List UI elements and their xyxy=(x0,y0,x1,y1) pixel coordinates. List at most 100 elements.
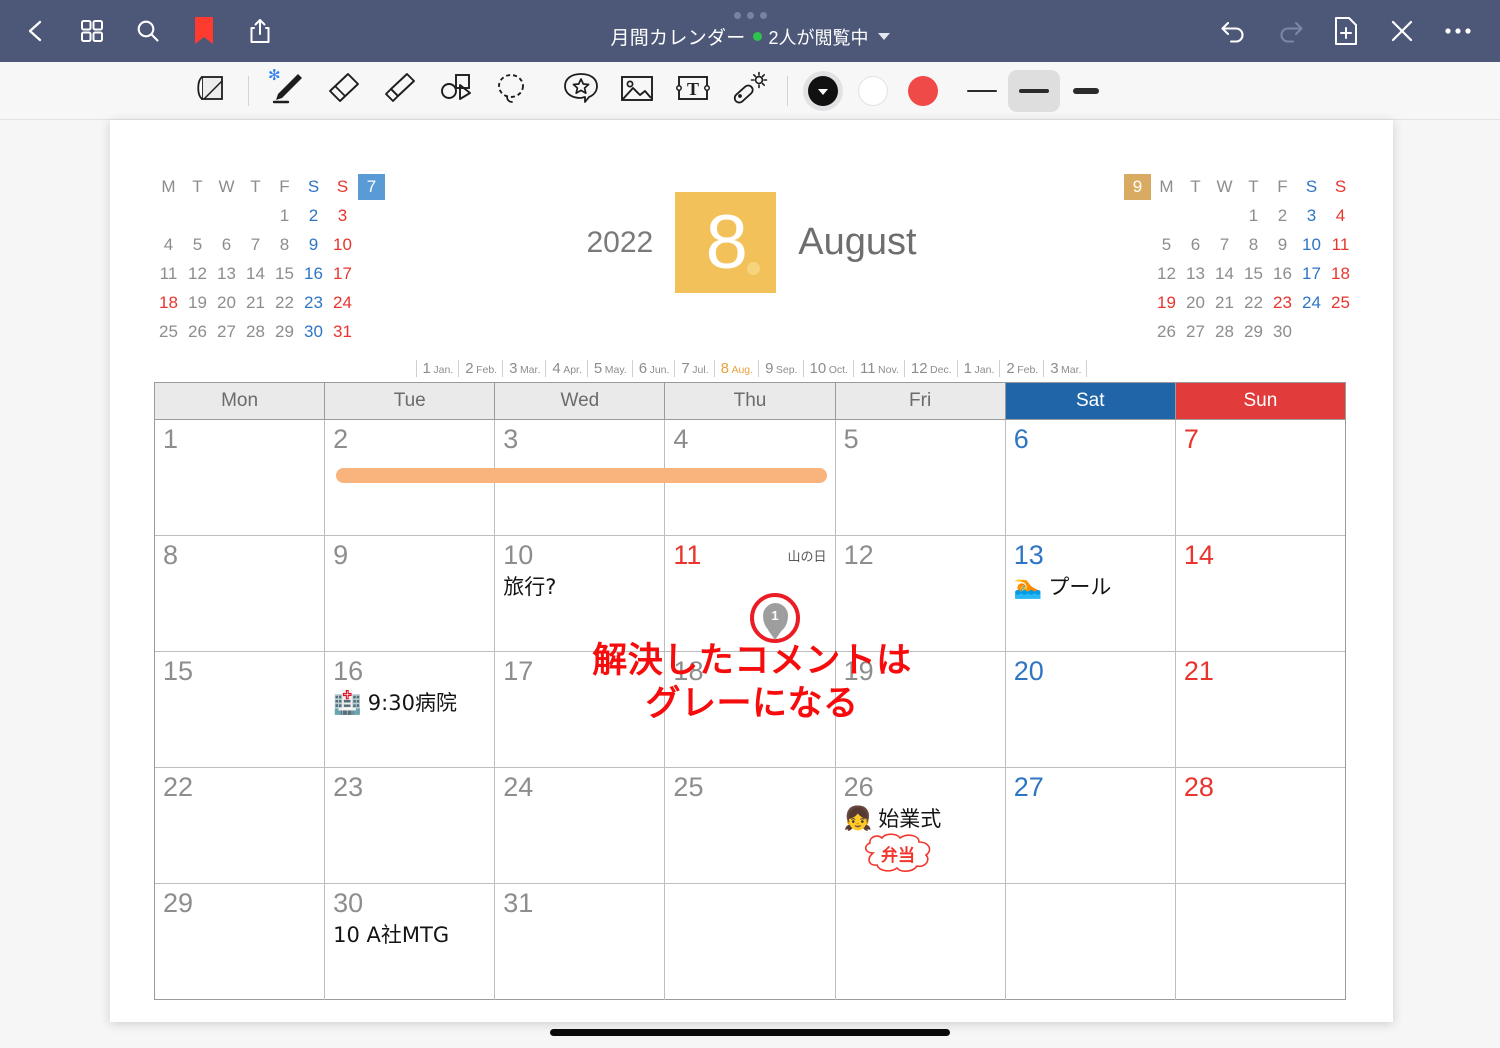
redo-icon xyxy=(1275,18,1305,44)
calendar-day-cell[interactable]: 24 xyxy=(494,768,665,884)
search-button[interactable] xyxy=(120,3,176,59)
month-strip-item[interactable]: 4 Apr. xyxy=(545,360,587,378)
calendar-day-cell[interactable]: 21 xyxy=(1174,652,1345,768)
calendar-day-cell[interactable]: 20 xyxy=(1004,652,1175,768)
back-button[interactable] xyxy=(8,3,64,59)
calendar-day-cell[interactable]: 1 xyxy=(155,420,325,536)
calendar-day-cell[interactable]: 23 xyxy=(324,768,495,884)
calendar-day-cell[interactable] xyxy=(834,884,1005,1000)
calendar-day-cell[interactable]: 4 xyxy=(664,420,835,536)
calendar-day-cell[interactable]: 6 xyxy=(1004,420,1175,536)
month-strip-item[interactable]: 11 Nov. xyxy=(852,360,904,378)
sticker-tool[interactable] xyxy=(553,66,609,116)
month-strip-item[interactable]: 1 Jan. xyxy=(415,360,459,378)
calendar-day-cell[interactable]: 9 xyxy=(324,536,495,652)
calendar-day-cell[interactable]: 16 🏥 9:30病院 xyxy=(324,652,495,768)
stroke-medium-button[interactable] xyxy=(1008,69,1060,112)
calendar-day-cell[interactable]: 2 xyxy=(324,420,495,536)
calendar-day-cell[interactable]: 17 xyxy=(494,652,665,768)
calendar-day-cell[interactable]: 14 xyxy=(1174,536,1345,652)
month-strip-item[interactable]: 10 Oct. xyxy=(802,360,853,378)
comment-pin-button[interactable]: 1 xyxy=(750,593,800,643)
calendar-day-cell[interactable]: 15 xyxy=(155,652,325,768)
calendar-day-cell[interactable]: 28 xyxy=(1174,768,1345,884)
day-number: 31 xyxy=(503,888,534,918)
day-number: 15 xyxy=(163,656,194,686)
month-strip-abbr: Feb. xyxy=(476,364,498,376)
color-black-button[interactable] xyxy=(798,66,848,116)
undo-button[interactable] xyxy=(1206,3,1262,59)
day-number: 22 xyxy=(163,772,194,802)
month-strip-item[interactable]: 3 Mar. xyxy=(1043,360,1088,378)
stroke-thin-button[interactable] xyxy=(956,70,1008,112)
month-strip-item[interactable]: 2 Feb. xyxy=(458,360,502,378)
calendar-day-cell[interactable]: 25 xyxy=(664,768,835,884)
mini-next-day: 30 xyxy=(1273,322,1292,341)
day-number: 27 xyxy=(1013,772,1044,802)
month-strip-abbr: Oct. xyxy=(828,364,848,376)
month-strip-abbr: Jan. xyxy=(433,364,454,376)
mini-prev-day: 26 xyxy=(188,322,207,341)
calendar-day-cell[interactable]: 3 xyxy=(494,420,665,536)
calendar-day-cell[interactable]: 7 xyxy=(1174,420,1345,536)
redo-button[interactable] xyxy=(1262,3,1318,59)
calendar-day-cell[interactable]: 19 xyxy=(834,652,1005,768)
calendar-day-cell[interactable]: 5 xyxy=(834,420,1005,536)
month-strip-item[interactable]: 8 Aug. xyxy=(713,360,758,378)
page-flip-tool[interactable] xyxy=(182,66,238,116)
event-note-text: 10 A社MTG xyxy=(333,923,450,948)
presence-label: 2人が閲覧中 xyxy=(768,27,869,48)
image-tool[interactable] xyxy=(609,66,665,116)
calendar-day-cell[interactable] xyxy=(1004,884,1175,1000)
magic-tool[interactable] xyxy=(721,66,777,116)
calendar-day-cell[interactable] xyxy=(1174,884,1345,1000)
calendar-day-cell[interactable]: 26 👧 始業式 xyxy=(834,768,1005,884)
mini-next-spacer xyxy=(1123,317,1152,346)
month-strip-item[interactable]: 2 Feb. xyxy=(999,360,1043,378)
month-strip-item[interactable]: 3 Mar. xyxy=(502,360,545,378)
calendar-day-cell[interactable]: 22 xyxy=(155,768,325,884)
weekday-header-wed: Wed xyxy=(494,382,665,420)
calendar-day-cell[interactable]: 12 xyxy=(834,536,1005,652)
lasso-tool[interactable] xyxy=(483,66,539,116)
pen-tool[interactable]: ✻ xyxy=(259,66,315,116)
month-strip-item[interactable]: 5 May. xyxy=(586,360,632,378)
day-number: 7 xyxy=(1183,424,1199,454)
close-button[interactable] xyxy=(1374,3,1430,59)
month-strip-item[interactable]: 7 Jul. xyxy=(674,360,713,378)
text-tool[interactable]: T xyxy=(665,66,721,116)
share-button[interactable] xyxy=(232,3,288,59)
add-page-button[interactable] xyxy=(1318,3,1374,59)
page-grid-button[interactable] xyxy=(64,3,120,59)
day-number: 20 xyxy=(1013,656,1044,686)
month-strip-abbr: Apr. xyxy=(563,364,582,376)
stroke-thick-icon xyxy=(1073,87,1099,94)
notebook-page[interactable]: M T W T F S S 7 1 2 3 4 5 6 7 8 9 10 11 12 13 14 15 16 17 18 19 20 2… xyxy=(110,120,1393,1022)
calendar-day-cell[interactable]: 30 10 A社MTG xyxy=(324,884,494,1000)
stroke-thick-button[interactable] xyxy=(1060,70,1112,112)
month-strip-abbr: Aug. xyxy=(731,364,754,376)
more-button[interactable] xyxy=(1430,3,1486,59)
month-strip-item[interactable]: 6 Jun. xyxy=(631,360,675,378)
color-white-button[interactable] xyxy=(848,66,898,116)
highlighter-tool[interactable] xyxy=(371,66,427,116)
bookmark-button[interactable] xyxy=(176,3,232,59)
month-strip-item[interactable]: 1 Jan. xyxy=(956,360,1000,378)
calendar-day-cell[interactable]: 29 xyxy=(155,884,324,1000)
calendar-day-cell[interactable]: 11 山の日 xyxy=(664,536,835,652)
calendar-day-cell[interactable]: 27 xyxy=(1004,768,1175,884)
shape-tool[interactable] xyxy=(427,66,483,116)
document-title-button[interactable]: 月間カレンダー 2人が閲覧中 xyxy=(610,23,890,50)
color-red-button[interactable] xyxy=(898,66,948,116)
month-number: 8 xyxy=(705,199,748,285)
month-strip-item[interactable]: 9 Sep. xyxy=(758,360,802,378)
eraser-tool[interactable] xyxy=(315,66,371,116)
calendar-day-cell[interactable] xyxy=(664,884,834,1000)
navbar-left-group xyxy=(0,3,288,59)
calendar-day-cell[interactable]: 10 旅行? xyxy=(494,536,665,652)
calendar-day-cell[interactable]: 13 🏊 プール xyxy=(1004,536,1175,652)
month-strip-item[interactable]: 12 Dec. xyxy=(903,360,957,378)
calendar-day-cell[interactable]: 31 xyxy=(494,884,664,1000)
calendar-day-cell[interactable]: 8 xyxy=(155,536,325,652)
calendar-day-cell[interactable]: 18 xyxy=(664,652,835,768)
